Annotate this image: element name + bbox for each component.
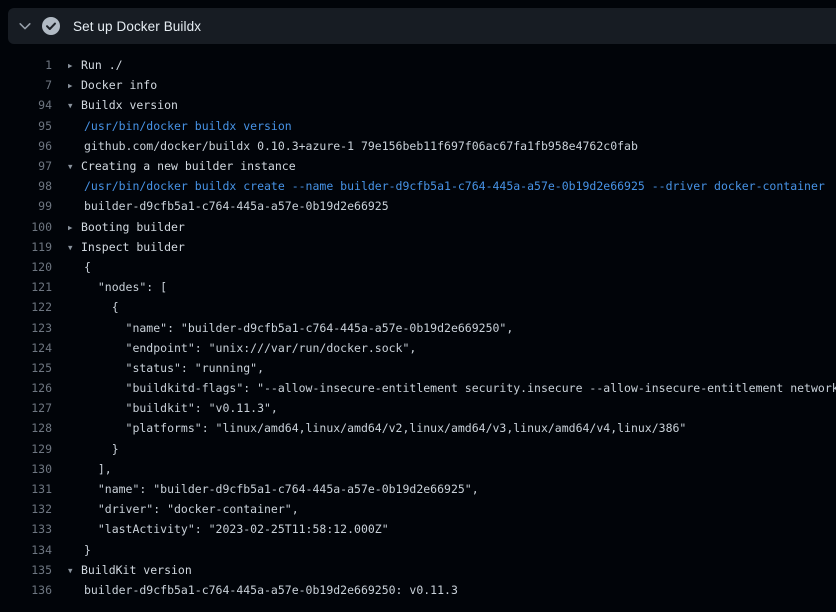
line-number[interactable]: 129 bbox=[0, 442, 52, 456]
log-line: 120 { bbox=[0, 257, 836, 277]
log-group-row[interactable]: 1 ▶Run ./ bbox=[0, 55, 836, 75]
log-line: 133 "lastActivity": "2023-02-25T11:58:12… bbox=[0, 519, 836, 539]
line-number[interactable]: 99 bbox=[0, 199, 52, 213]
log-text: "status": "running", bbox=[84, 361, 264, 375]
triangle-down-icon: ▼ bbox=[68, 566, 81, 575]
log-text: builder-d9cfb5a1-c764-445a-a57e-0b19d2e6… bbox=[84, 199, 389, 213]
check-circle-icon bbox=[42, 17, 60, 35]
log-text: } bbox=[84, 442, 119, 456]
command-text: /usr/bin/docker buildx version bbox=[84, 119, 292, 133]
log-group-row[interactable]: 97 ▼Creating a new builder instance bbox=[0, 156, 836, 176]
log-line: 129 } bbox=[0, 439, 836, 459]
log-line: 98/usr/bin/docker buildx create --name b… bbox=[0, 176, 836, 196]
log-line: 134} bbox=[0, 540, 836, 560]
group-title: Inspect builder bbox=[81, 240, 185, 254]
log-line: 131 "name": "builder-d9cfb5a1-c764-445a-… bbox=[0, 479, 836, 499]
log-line: 126 "buildkitd-flags": "--allow-insecure… bbox=[0, 378, 836, 398]
line-number[interactable]: 130 bbox=[0, 462, 52, 476]
line-number[interactable]: 1 bbox=[0, 58, 52, 72]
collapse-step-button[interactable] bbox=[8, 8, 42, 44]
line-number[interactable]: 131 bbox=[0, 482, 52, 496]
log-line: 123 "name": "builder-d9cfb5a1-c764-445a-… bbox=[0, 317, 836, 337]
log-group-row[interactable]: 94 ▼Buildx version bbox=[0, 95, 836, 115]
log-group-row[interactable]: 135 ▼BuildKit version bbox=[0, 560, 836, 580]
line-number[interactable]: 7 bbox=[0, 78, 52, 92]
line-number[interactable]: 100 bbox=[0, 220, 52, 234]
line-number[interactable]: 125 bbox=[0, 361, 52, 375]
group-title: Buildx version bbox=[81, 98, 178, 112]
triangle-down-icon: ▼ bbox=[68, 162, 81, 171]
triangle-down-icon: ▼ bbox=[68, 101, 81, 110]
line-number[interactable]: 98 bbox=[0, 179, 52, 193]
line-number[interactable]: 122 bbox=[0, 300, 52, 314]
triangle-down-icon: ▼ bbox=[68, 243, 81, 252]
line-number[interactable]: 97 bbox=[0, 159, 52, 173]
log-text: "platforms": "linux/amd64,linux/amd64/v2… bbox=[84, 421, 686, 435]
command-text: /usr/bin/docker buildx create --name bui… bbox=[84, 179, 825, 193]
group-title: Run ./ bbox=[81, 58, 123, 72]
log-text: "name": "builder-d9cfb5a1-c764-445a-a57e… bbox=[84, 482, 479, 496]
line-number[interactable]: 135 bbox=[0, 563, 52, 577]
line-number[interactable]: 95 bbox=[0, 119, 52, 133]
line-number[interactable]: 126 bbox=[0, 381, 52, 395]
log-line: 96 github.com/docker/buildx 0.10.3+azure-… bbox=[0, 136, 836, 156]
group-title: Creating a new builder instance bbox=[81, 159, 296, 173]
line-number[interactable]: 94 bbox=[0, 98, 52, 112]
group-title: BuildKit version bbox=[81, 563, 192, 577]
line-number[interactable]: 96 bbox=[0, 139, 52, 153]
log-text: "buildkitd-flags": "--allow-insecure-ent… bbox=[84, 381, 836, 395]
step-title: Set up Docker Buildx bbox=[73, 19, 201, 34]
line-number[interactable]: 127 bbox=[0, 401, 52, 415]
log-line: 136 builder-d9cfb5a1-c764-445a-a57e-0b19d… bbox=[0, 580, 836, 600]
line-number[interactable]: 133 bbox=[0, 522, 52, 536]
log-line: 127 "buildkit": "v0.11.3", bbox=[0, 398, 836, 418]
log-text: { bbox=[84, 260, 91, 274]
line-number[interactable]: 119 bbox=[0, 240, 52, 254]
line-number[interactable]: 132 bbox=[0, 502, 52, 516]
log-text: { bbox=[84, 300, 119, 314]
log-line: 130 ], bbox=[0, 459, 836, 479]
log-text: "name": "builder-d9cfb5a1-c764-445a-a57e… bbox=[84, 321, 513, 335]
log-text: "driver": "docker-container", bbox=[84, 502, 299, 516]
log-line: 124 "endpoint": "unix:///var/run/docker.… bbox=[0, 338, 836, 358]
log-line: 128 "platforms": "linux/amd64,linux/amd6… bbox=[0, 418, 836, 438]
line-number[interactable]: 123 bbox=[0, 321, 52, 335]
log-view: 1▶Run ./7▶Docker info94▼Buildx version95… bbox=[0, 44, 836, 600]
log-text: } bbox=[84, 543, 91, 557]
chevron-down-icon bbox=[18, 19, 32, 33]
log-text: builder-d9cfb5a1-c764-445a-a57e-0b19d2e6… bbox=[84, 583, 458, 597]
line-number[interactable]: 121 bbox=[0, 280, 52, 294]
group-title: Docker info bbox=[81, 78, 157, 92]
log-line: 132 "driver": "docker-container", bbox=[0, 499, 836, 519]
log-group-row[interactable]: 119 ▼Inspect builder bbox=[0, 237, 836, 257]
log-group-row[interactable]: 100 ▶Booting builder bbox=[0, 217, 836, 237]
log-text: ], bbox=[84, 462, 112, 476]
line-number[interactable]: 128 bbox=[0, 421, 52, 435]
log-line: 99 builder-d9cfb5a1-c764-445a-a57e-0b19d2… bbox=[0, 196, 836, 216]
group-title: Booting builder bbox=[81, 220, 185, 234]
line-number[interactable]: 120 bbox=[0, 260, 52, 274]
log-text: github.com/docker/buildx 0.10.3+azure-1 … bbox=[84, 139, 638, 153]
log-line: 122 { bbox=[0, 297, 836, 317]
log-line: 95/usr/bin/docker buildx version bbox=[0, 116, 836, 136]
triangle-right-icon: ▶ bbox=[68, 61, 81, 70]
log-lines: 1▶Run ./7▶Docker info94▼Buildx version95… bbox=[0, 55, 836, 600]
log-line: 125 "status": "running", bbox=[0, 358, 836, 378]
step-header: Set up Docker Buildx bbox=[8, 8, 836, 44]
log-text: "nodes": [ bbox=[84, 280, 167, 294]
log-line: 121 "nodes": [ bbox=[0, 277, 836, 297]
log-text: "lastActivity": "2023-02-25T11:58:12.000… bbox=[84, 522, 389, 536]
log-group-row[interactable]: 7 ▶Docker info bbox=[0, 75, 836, 95]
log-text: "endpoint": "unix:///var/run/docker.sock… bbox=[84, 341, 416, 355]
line-number[interactable]: 134 bbox=[0, 543, 52, 557]
triangle-right-icon: ▶ bbox=[68, 81, 81, 90]
line-number[interactable]: 124 bbox=[0, 341, 52, 355]
line-number[interactable]: 136 bbox=[0, 583, 52, 597]
log-text: "buildkit": "v0.11.3", bbox=[84, 401, 278, 415]
triangle-right-icon: ▶ bbox=[68, 223, 81, 232]
